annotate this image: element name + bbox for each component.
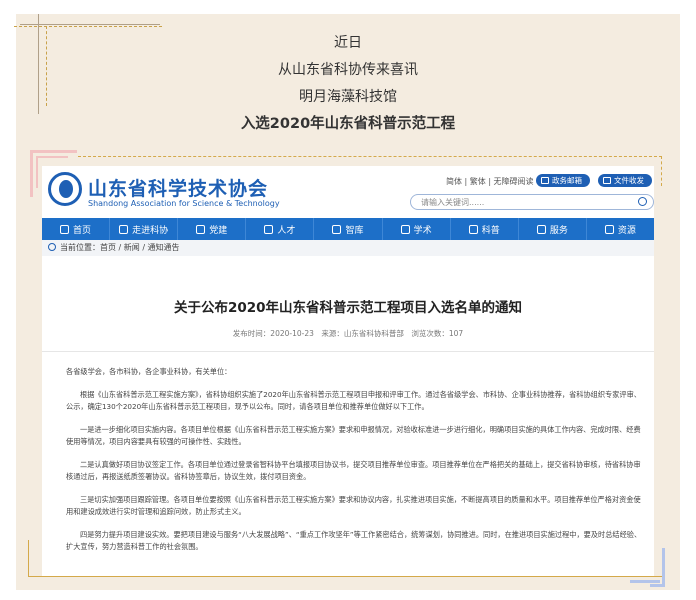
search-input[interactable]: 请输入关键词...... bbox=[410, 194, 654, 210]
intro-text: 近日 从山东省科协传来喜讯 明月海藻科技馆 入选2020年山东省科普示范工程 bbox=[16, 30, 680, 138]
book-icon bbox=[332, 224, 342, 234]
mail-button[interactable]: 政务邮箱 bbox=[536, 174, 590, 187]
party-icon bbox=[196, 224, 206, 234]
location-icon bbox=[48, 243, 56, 251]
top-dashed-decor bbox=[14, 26, 162, 27]
nav-item-science[interactable]: 科普 bbox=[451, 218, 519, 240]
site-title-cn[interactable]: 山东省科学技术协会 bbox=[88, 174, 268, 201]
nav-item-about[interactable]: 走进科协 bbox=[110, 218, 179, 240]
nav-item-service[interactable]: 服务 bbox=[519, 218, 587, 240]
academic-icon bbox=[400, 224, 410, 234]
gold-frame-left bbox=[28, 540, 29, 577]
blue-corner-decor-base bbox=[630, 580, 660, 583]
language-links[interactable]: 简体 | 繁体 | 无障碍阅读 bbox=[446, 176, 534, 187]
nav-item-thinktank[interactable]: 智库 bbox=[314, 218, 383, 240]
globe-icon bbox=[119, 224, 129, 234]
main-nav: 首页 走进科协 党建 人才 智库 学术 科普 服务 资源 bbox=[42, 218, 654, 240]
intro-line-2: 从山东省科协传来喜讯 bbox=[278, 62, 418, 78]
top-left-decor-line bbox=[20, 24, 160, 25]
site-header: 山东省科学技术协会 Shandong Association for Scien… bbox=[42, 166, 654, 218]
gold-dashed-frame-top bbox=[78, 156, 662, 157]
article-divider bbox=[42, 351, 654, 352]
intro-line-1: 近日 bbox=[334, 35, 362, 51]
sast-logo-icon[interactable] bbox=[48, 172, 82, 206]
document-icon bbox=[603, 177, 611, 184]
nav-item-party[interactable]: 党建 bbox=[178, 218, 247, 240]
search-placeholder: 请输入关键词...... bbox=[421, 198, 485, 207]
intro-headline: 入选2020年山东省科普示范工程 bbox=[240, 116, 456, 132]
article: 关于公布2020年山东省科普示范工程项目入选名单的通知 发布时间：2020-10… bbox=[42, 262, 654, 554]
article-salutation: 各省级学会，各市科协，各企事业科协，有关单位： bbox=[66, 367, 232, 376]
science-icon bbox=[468, 224, 478, 234]
nav-item-academic[interactable]: 学术 bbox=[383, 218, 451, 240]
nav-item-talent[interactable]: 人才 bbox=[246, 218, 315, 240]
service-icon bbox=[536, 224, 546, 234]
breadcrumb: 当前位置：首页 / 新闻 / 通知通告 bbox=[42, 240, 654, 256]
docs-button[interactable]: 文件收发 bbox=[598, 174, 652, 187]
nav-item-resource[interactable]: 资源 bbox=[587, 218, 654, 240]
article-paragraph: 根据《山东省科普示范工程实施方案》，省科协组织实施了2020年山东省科普示范工程… bbox=[66, 389, 641, 412]
screenshot-website: 山东省科学技术协会 Shandong Association for Scien… bbox=[42, 166, 654, 576]
article-paragraph: 二是认真做好项目协议签定工作。各项目单位通过登录省智科协平台填报项目协议书，提交… bbox=[66, 459, 641, 482]
breadcrumb-text[interactable]: 当前位置：首页 / 新闻 / 通知通告 bbox=[60, 243, 180, 252]
resource-icon bbox=[604, 224, 614, 234]
home-icon bbox=[60, 224, 70, 234]
person-icon bbox=[264, 224, 274, 234]
gold-dashed-frame-right bbox=[661, 156, 662, 186]
article-body: 各省级学会，各市科协，各企事业科协，有关单位： 根据《山东省科普示范工程实施方案… bbox=[42, 366, 654, 554]
mail-icon bbox=[541, 177, 549, 184]
article-paragraph: 一是进一步细化项目实施内容。各项目单位根据《山东省科普示范工程实施方案》要求和申… bbox=[66, 424, 641, 447]
article-title: 关于公布2020年山东省科普示范工程项目入选名单的通知 bbox=[173, 300, 523, 316]
search-icon[interactable] bbox=[638, 197, 647, 206]
article-meta: 发布时间：2020-10-23 来源：山东省科协科普部 浏览次数：107 bbox=[232, 329, 464, 338]
nav-item-home[interactable]: 首页 bbox=[42, 218, 111, 240]
intro-line-3: 明月海藻科技馆 bbox=[299, 89, 397, 105]
gold-frame-bottom bbox=[28, 576, 664, 577]
site-title-en: Shandong Association for Science & Techn… bbox=[88, 199, 280, 208]
article-paragraph: 四是努力提升项目建设实效。要把项目建设与服务“八大发展战略”、“重点工作攻坚年”… bbox=[66, 529, 642, 552]
article-paragraph: 三是切实加强项目跟踪管理。各项目单位要按照《山东省科普示范工程实施方案》要求和协… bbox=[66, 494, 641, 517]
